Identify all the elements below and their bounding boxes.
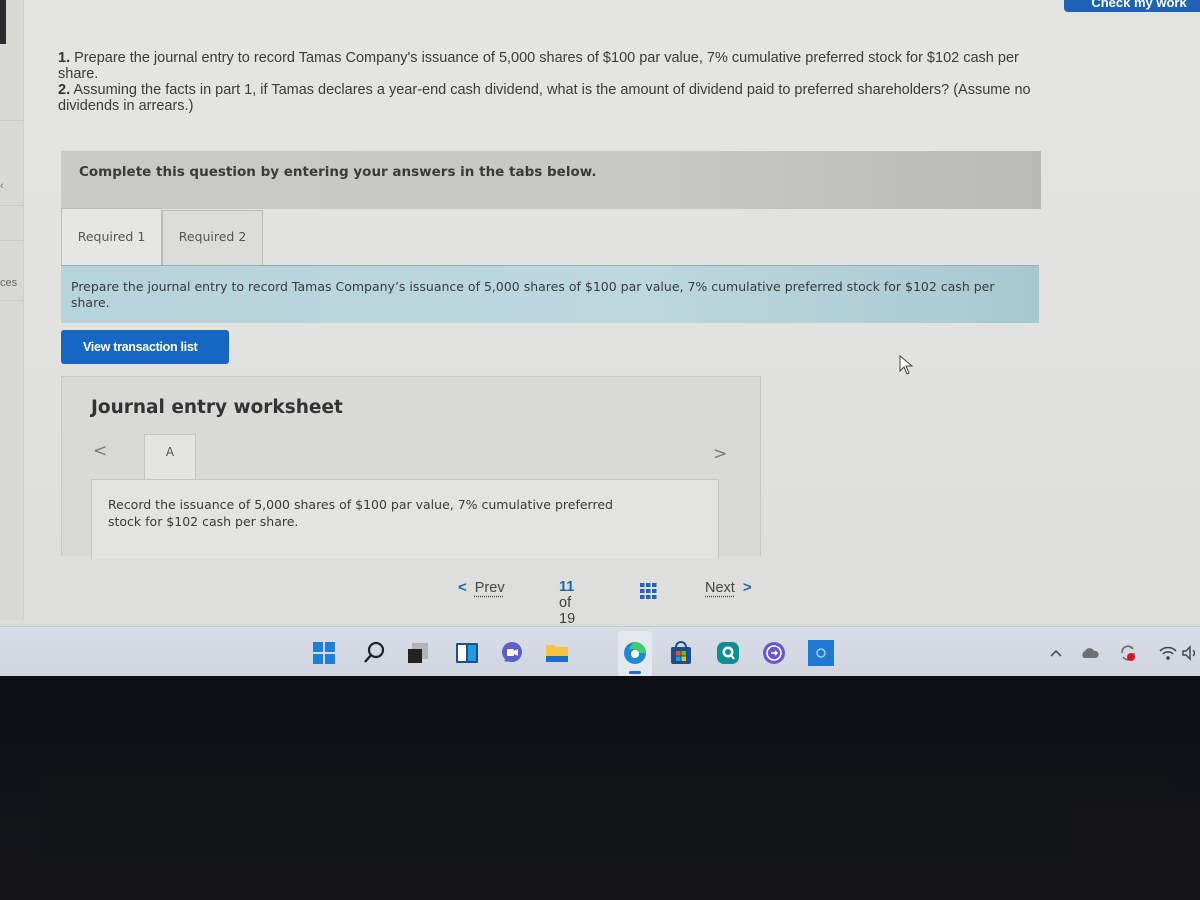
prev-label: Prev bbox=[474, 580, 505, 596]
check-my-work-button[interactable]: Check my work bbox=[1064, 0, 1200, 12]
instructions-text: Complete this question by entering your … bbox=[79, 164, 597, 180]
mouse-cursor-icon bbox=[899, 355, 914, 375]
tab-required-1[interactable]: Required 1 bbox=[61, 208, 162, 266]
divider bbox=[0, 240, 24, 241]
widgets-icon[interactable] bbox=[455, 641, 479, 665]
onedrive-cloud-icon[interactable] bbox=[1080, 643, 1100, 663]
page-counter: 11 of 19 bbox=[559, 579, 575, 627]
wifi-icon[interactable] bbox=[1158, 643, 1178, 663]
chevron-right-icon: > bbox=[742, 579, 752, 596]
left-side-panel: ‹ ces bbox=[0, 0, 24, 620]
next-label: Next bbox=[705, 580, 735, 596]
tab-required-2[interactable]: Required 2 bbox=[162, 210, 263, 266]
next-button[interactable]: Next > bbox=[705, 579, 752, 596]
active-app-indicator bbox=[629, 671, 641, 674]
part-number: 1. bbox=[58, 50, 71, 66]
required-prompt-banner: Prepare the journal entry to record Tama… bbox=[61, 265, 1039, 323]
microsoft-store-icon[interactable] bbox=[669, 641, 693, 665]
entry-tab-a[interactable]: A bbox=[144, 434, 196, 479]
worksheet-prev-arrow-icon[interactable]: < bbox=[93, 441, 107, 461]
app-circle-icon[interactable] bbox=[762, 641, 786, 665]
app-square-icon[interactable] bbox=[808, 640, 834, 666]
search-icon[interactable] bbox=[362, 641, 386, 665]
divider bbox=[0, 120, 24, 121]
of-label: of bbox=[559, 595, 572, 611]
volume-icon[interactable] bbox=[1180, 643, 1200, 663]
worksheet-next-arrow-icon[interactable]: > bbox=[713, 444, 727, 464]
question-part-1: 1. Prepare the journal entry to record T… bbox=[58, 50, 1058, 82]
part-number: 2. bbox=[58, 82, 71, 98]
sync-alert-icon[interactable] bbox=[1118, 643, 1138, 663]
grid-view-icon[interactable] bbox=[640, 583, 657, 599]
panel-edge-mark bbox=[0, 0, 6, 44]
windows-start-icon[interactable] bbox=[312, 641, 336, 665]
divider bbox=[0, 205, 24, 206]
chevron-left-icon: < bbox=[458, 579, 467, 596]
view-transaction-list-button[interactable]: View transaction list bbox=[61, 330, 229, 364]
monitor-bezel bbox=[0, 676, 1200, 900]
divider bbox=[0, 300, 24, 301]
chevron-icon[interactable]: ‹ bbox=[0, 180, 4, 192]
current-page: 11 bbox=[559, 579, 575, 595]
worksheet-title: Journal entry worksheet bbox=[91, 397, 343, 418]
instructions-bar: Complete this question by entering your … bbox=[61, 151, 1041, 209]
side-panel-label[interactable]: ces bbox=[0, 277, 17, 289]
task-view-icon[interactable] bbox=[406, 641, 430, 665]
entry-panel: Record the issuance of 5,000 shares of $… bbox=[91, 479, 719, 559]
edge-browser-icon[interactable] bbox=[623, 641, 647, 665]
question-part-2: 2. Assuming the facts in part 1, if Tama… bbox=[58, 82, 1058, 114]
part-text: Assuming the facts in part 1, if Tamas d… bbox=[58, 82, 1031, 114]
show-hidden-icons-chevron-icon[interactable] bbox=[1046, 643, 1066, 663]
prev-button[interactable]: < Prev bbox=[458, 579, 505, 596]
entry-description: Record the issuance of 5,000 shares of $… bbox=[108, 497, 613, 529]
question-text: 1. Prepare the journal entry to record T… bbox=[58, 50, 1058, 114]
part-text: Prepare the journal entry to record Tama… bbox=[58, 50, 1019, 82]
bezel-shadow bbox=[40, 776, 1170, 856]
required-prompt-text: Prepare the journal entry to record Tama… bbox=[71, 279, 995, 310]
screen: ‹ ces Check my work 1. Prepare the journ… bbox=[0, 0, 1200, 676]
app-search-icon[interactable] bbox=[716, 641, 740, 665]
total-pages: 19 bbox=[559, 611, 576, 627]
bezel-object bbox=[1070, 806, 1200, 866]
windows-taskbar bbox=[0, 626, 1200, 680]
file-explorer-icon[interactable] bbox=[545, 641, 569, 665]
journal-entry-worksheet: Journal entry worksheet < A > Record the… bbox=[61, 376, 761, 559]
teams-chat-icon[interactable] bbox=[500, 641, 524, 665]
